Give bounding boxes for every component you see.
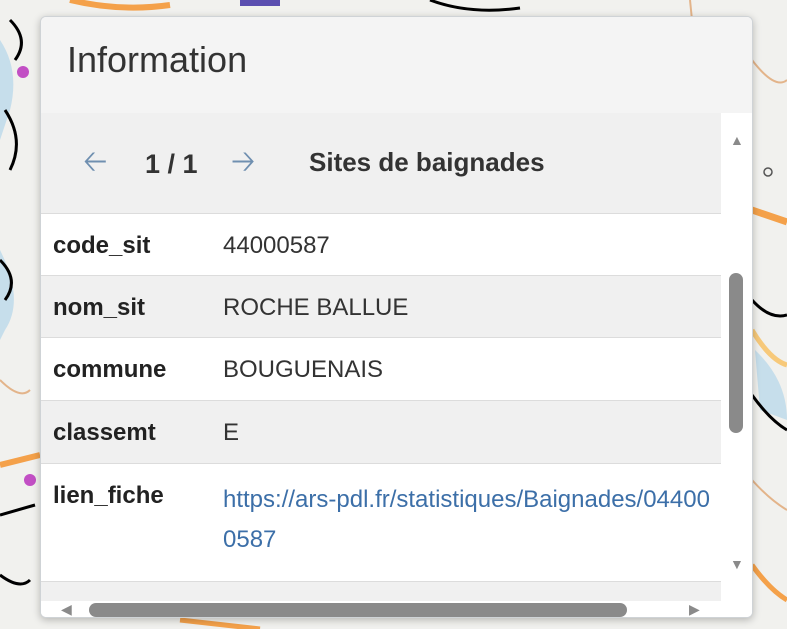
attribute-link[interactable]: https://ars-pdl.fr/statistiques/Baignade… <box>223 480 721 560</box>
vertical-scroll-thumb[interactable] <box>729 273 743 433</box>
attribute-key: commune <box>53 356 167 383</box>
attribute-key: nom_sit <box>53 294 146 321</box>
popup-content[interactable]: 🡠 1 / 1 🡢 Sites de baignades code_sit 44… <box>41 113 721 603</box>
feature-nav-bar: 🡠 1 / 1 🡢 Sites de baignades <box>41 113 721 213</box>
attribute-key: code_sit <box>53 232 151 259</box>
popup-title: Information <box>67 39 248 80</box>
attribute-row-code_sit: code_sit 44000587 <box>41 213 721 276</box>
attribute-value: BOUGUENAIS <box>223 356 384 383</box>
attribute-key: lien_fiche <box>53 482 164 509</box>
horizontal-scrollbar[interactable]: ◀ ▶ <box>41 601 752 617</box>
attribute-row-classemt: classemt E <box>41 400 721 464</box>
attribute-value: E <box>223 419 240 446</box>
attribute-row-nom_sit: nom_sit ROCHE BALLUE <box>41 275 721 338</box>
popup-header: Information <box>41 17 752 113</box>
information-popup: Information 🡠 1 / 1 🡢 Sites de baignades… <box>40 16 753 618</box>
attribute-row-partial <box>41 581 721 603</box>
horizontal-scroll-thumb[interactable] <box>89 603 627 617</box>
layer-name: Sites de baignades <box>309 147 545 177</box>
arrow-right-icon[interactable]: 🡢 <box>231 147 255 177</box>
vertical-scrollbar[interactable]: ▲ ▼ <box>721 113 752 603</box>
attribute-row-commune: commune BOUGUENAIS <box>41 337 721 401</box>
attribute-row-lien_fiche: lien_fiche https://ars-pdl.fr/statistiqu… <box>41 463 721 582</box>
arrow-left-icon[interactable]: 🡠 <box>83 147 107 177</box>
scroll-down-icon[interactable]: ▼ <box>730 557 744 571</box>
scroll-right-icon[interactable]: ▶ <box>689 602 700 616</box>
attribute-key: classemt <box>53 419 156 446</box>
scroll-left-icon[interactable]: ◀ <box>61 602 72 616</box>
feature-counter: 1 / 1 <box>145 149 198 179</box>
attribute-value: 44000587 <box>223 232 330 259</box>
attribute-value: ROCHE BALLUE <box>223 294 409 321</box>
scroll-up-icon[interactable]: ▲ <box>730 133 744 147</box>
